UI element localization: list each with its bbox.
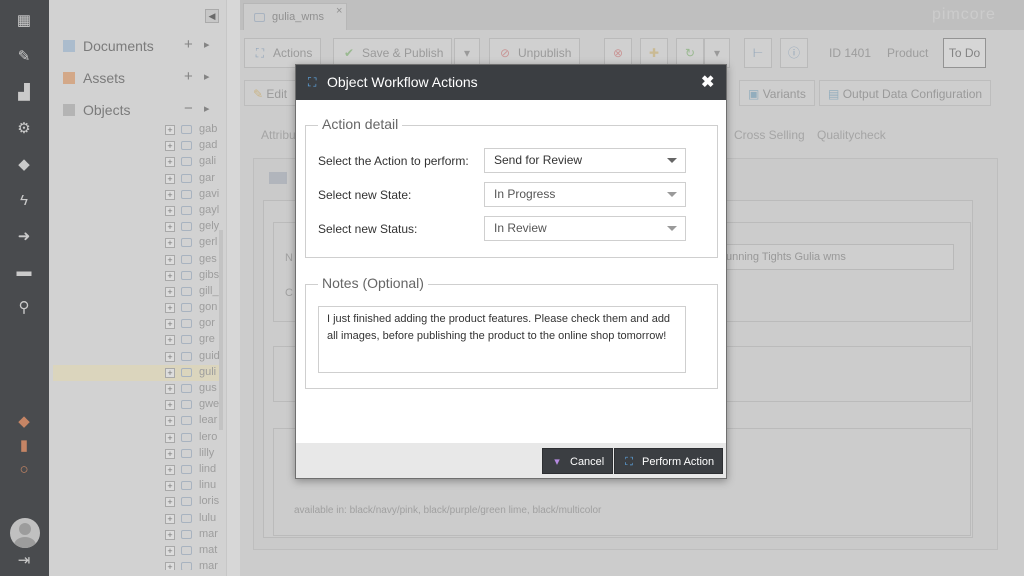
cancel-button[interactable]: ▾ Cancel [542, 448, 614, 474]
notes-fieldset: Notes (Optional) I just finished adding … [305, 275, 718, 389]
state-select[interactable]: In Progress [484, 182, 686, 207]
state-label: Select new State: [318, 188, 412, 202]
dialog-header: ⛶ Object Workflow Actions ✖ [296, 65, 726, 100]
cancel-label: Cancel [570, 456, 605, 468]
close-icon[interactable]: ✖ [701, 72, 714, 92]
perform-action-label: Perform Action [642, 456, 715, 468]
notes-textarea[interactable]: I just finished adding the product featu… [318, 306, 686, 373]
dialog-title: Object Workflow Actions [327, 74, 478, 90]
chevron-down-icon [667, 226, 677, 231]
perform-action-button[interactable]: ⛶ Perform Action [614, 448, 724, 474]
action-select[interactable]: Send for Review [484, 148, 686, 173]
dialog-footer: ▾ Cancel ⛶ Perform Action [296, 443, 726, 478]
action-detail-fieldset: Action detail Select the Action to perfo… [305, 116, 718, 258]
chevron-down-icon [667, 192, 677, 197]
notes-legend: Notes (Optional) [318, 275, 428, 291]
workflow-actions-dialog: ⛶ Object Workflow Actions ✖ Action detai… [295, 64, 727, 479]
state-select-value: In Progress [494, 187, 556, 201]
chevron-down-icon [667, 158, 677, 163]
workflow-icon: ⛶ [308, 75, 317, 89]
status-select-value: In Review [494, 221, 547, 235]
status-label: Select new Status: [318, 222, 418, 236]
action-label: Select the Action to perform: [318, 154, 469, 168]
action-detail-legend: Action detail [318, 116, 403, 132]
workflow-icon: ⛶ [625, 456, 633, 468]
trash-icon: ▾ [554, 456, 560, 468]
status-select[interactable]: In Review [484, 216, 686, 241]
action-select-value: Send for Review [494, 153, 583, 167]
